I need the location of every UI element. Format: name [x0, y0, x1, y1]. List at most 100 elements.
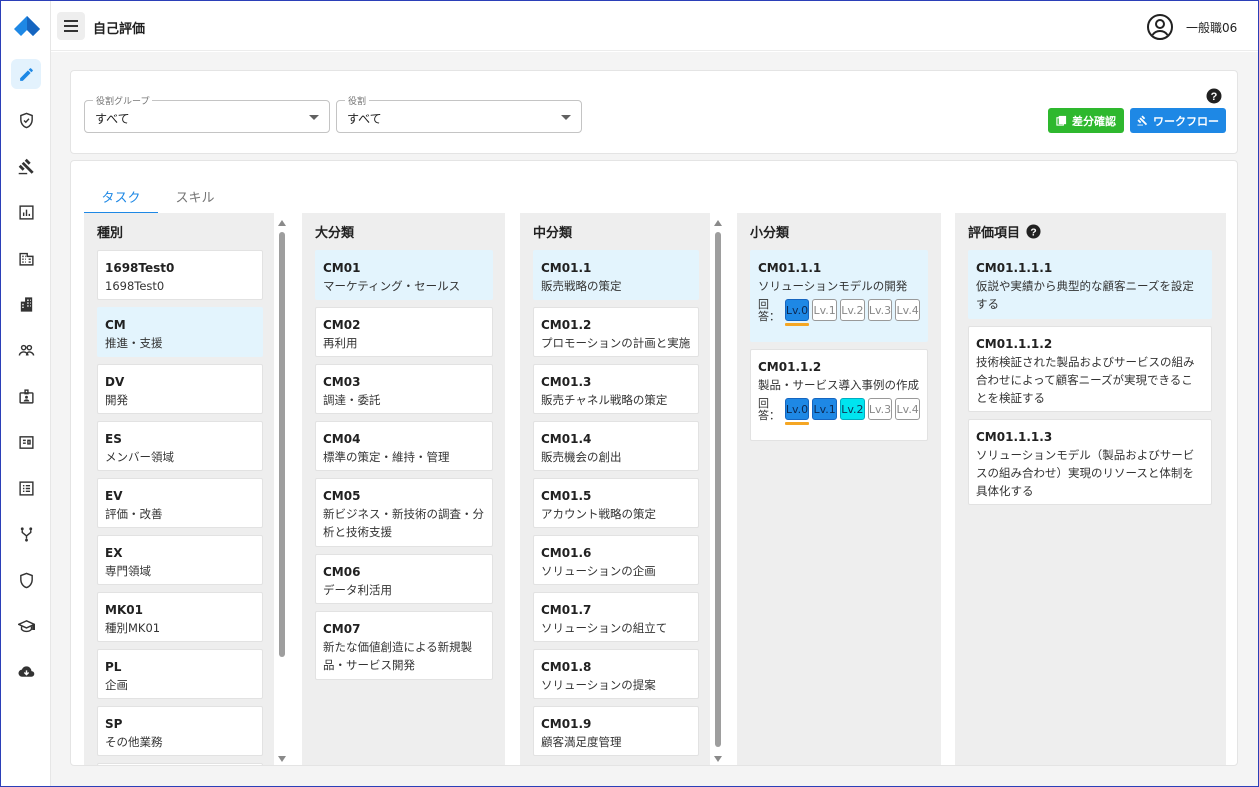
scroll-up-arrow-icon[interactable]	[714, 220, 722, 226]
level-4-button[interactable]: Lv.4	[895, 398, 921, 420]
list-item-selected[interactable]: CM01 マーケティング・セールス	[315, 250, 493, 300]
menu-button[interactable]	[57, 12, 85, 40]
item-code: MK01	[105, 603, 143, 617]
role-select[interactable]: 役割 すべて	[336, 94, 582, 133]
major-column-title: 大分類	[315, 226, 355, 241]
middle-column-scrollbar[interactable]	[714, 220, 722, 762]
level-3-button[interactable]: Lv.3	[867, 398, 893, 420]
list-item[interactable]: CM02 再利用	[315, 307, 493, 357]
list-item[interactable]: 1698Test0 1698Test0	[97, 250, 263, 300]
level-3-button[interactable]: Lv.3	[867, 299, 893, 321]
list-item[interactable]: CM01.1.1.2 技術検証された製品およびサービスの組み合わせによって顧客ニー…	[968, 326, 1212, 412]
item-name: 販売チャネル戦略の策定	[541, 393, 668, 407]
list-item[interactable]: DV 開発	[97, 364, 263, 414]
level-1-button[interactable]: Lv.1	[812, 398, 837, 420]
list-item[interactable]: CM01.1.1.3 ソリューションモデル（製品およびサービスの組み合わせ）実現の…	[968, 419, 1212, 505]
item-name: ソリューションの企画	[541, 564, 656, 578]
list-item-selected[interactable]: CM01.1 販売戦略の策定	[533, 250, 699, 300]
item-code: CM04	[323, 432, 361, 446]
sidebar-item-analytics[interactable]	[11, 197, 41, 227]
list-item[interactable]: CM01.1.2 製品・サービス導入事例の作成 回答： Lv.0 Lv.1 Lv…	[750, 349, 928, 441]
minor-column-title: 小分類	[750, 226, 790, 241]
level-1-button[interactable]: Lv.1	[812, 299, 837, 321]
sidebar-item-self-evaluation[interactable]	[11, 59, 41, 89]
list-item[interactable]: CM01.8 ソリューションの提案	[533, 649, 699, 699]
level-4-button[interactable]: Lv.4	[895, 299, 921, 321]
list-item[interactable]: CM01.6 ソリューションの企画	[533, 535, 699, 585]
sidebar-item-security[interactable]	[11, 565, 41, 595]
level-2-button[interactable]: Lv.2	[840, 398, 865, 420]
list-item[interactable]: CM01.3 販売チャネル戦略の策定	[533, 364, 699, 414]
level-2-button[interactable]: Lv.2	[840, 299, 865, 321]
sidebar-item-list[interactable]	[11, 473, 41, 503]
list-item[interactable]: CM01.9 顧客満足度管理	[533, 706, 699, 756]
list-item[interactable]: PL 企画	[97, 649, 263, 699]
list-item-selected[interactable]: CM01.1.1 ソリューションモデルの開発 回答： Lv.0 Lv.1 Lv.…	[750, 250, 928, 342]
list-item[interactable]: CM07 新たな価値創造による新規製品・サービス開発	[315, 611, 493, 680]
answer-label: 回答：	[758, 298, 780, 323]
pencil-icon	[19, 67, 33, 81]
list-item[interactable]: MK01 種別MK01	[97, 592, 263, 642]
diff-check-button[interactable]: 差分確認	[1048, 108, 1124, 133]
list-item-selected[interactable]: CM 推進・支援	[97, 307, 263, 357]
building-icon	[20, 296, 32, 312]
help-icon[interactable]: ?	[1026, 224, 1041, 239]
sidebar-item-judgement[interactable]	[11, 151, 41, 181]
list-item[interactable]: CM06 データ利活用	[315, 554, 493, 604]
company-icon	[18, 252, 34, 266]
sidebar-item-approval[interactable]	[11, 105, 41, 135]
item-code: CM01.1.1.3	[976, 430, 1053, 444]
list-item[interactable]: CM01.4 販売機会の創出	[533, 421, 699, 471]
item-name: マーケティング・セールス	[323, 279, 461, 293]
badge-icon	[18, 388, 34, 404]
app-logo-icon[interactable]	[13, 15, 41, 37]
sidebar-item-download[interactable]	[11, 657, 41, 687]
scroll-thumb[interactable]	[715, 232, 721, 747]
item-code: CM01.1.1	[758, 261, 822, 275]
list-item[interactable]: EV 評価・改善	[97, 478, 263, 528]
sidebar-item-badge[interactable]	[11, 381, 41, 411]
list-item-partial[interactable]	[97, 763, 263, 765]
workflow-button[interactable]: ワークフロー	[1130, 108, 1226, 133]
dropdown-arrow-icon	[309, 115, 319, 120]
type-column-scrollbar[interactable]	[278, 220, 286, 762]
account-icon[interactable]	[1146, 13, 1174, 41]
list-item[interactable]: ES メンバー領域	[97, 421, 263, 471]
help-icon[interactable]: ?	[1206, 88, 1222, 104]
tab-task[interactable]: タスク	[84, 182, 158, 214]
list-item[interactable]: CM05 新ビジネス・新技術の調査・分析と技術支援	[315, 478, 493, 547]
item-name: ソリューションモデルの開発	[758, 279, 908, 293]
classification-board: タスク スキル 種別 1698Test0 1698Test0 CM 推進・支援 DV…	[70, 160, 1238, 766]
scroll-down-arrow-icon[interactable]	[714, 756, 722, 762]
item-code: CM01.4	[541, 432, 592, 446]
sidebar-item-profile[interactable]	[11, 427, 41, 457]
list-item[interactable]: CM01.2 プロモーションの計画と実施	[533, 307, 699, 357]
sidebar-item-organization[interactable]	[11, 289, 41, 319]
list-item[interactable]: CM01.5 アカウント戦略の策定	[533, 478, 699, 528]
scroll-up-arrow-icon[interactable]	[278, 220, 286, 226]
sidebar-item-education[interactable]	[11, 611, 41, 641]
scroll-thumb[interactable]	[279, 232, 285, 657]
item-code: EV	[105, 489, 123, 503]
sidebar-item-members[interactable]	[11, 335, 41, 365]
list-item[interactable]: SP その他業務	[97, 706, 263, 756]
tab-skill[interactable]: スキル	[158, 182, 232, 214]
level-0-button[interactable]: Lv.0	[784, 398, 810, 425]
item-code: CM01.8	[541, 660, 592, 674]
role-group-select[interactable]: 役割グループ すべて	[84, 94, 330, 133]
scroll-down-arrow-icon[interactable]	[278, 756, 286, 762]
level-0-button[interactable]: Lv.0	[784, 299, 810, 326]
list-item[interactable]: CM04 標準の策定・維持・管理	[315, 421, 493, 471]
list-item[interactable]: EX 専門領域	[97, 535, 263, 585]
user-name[interactable]: 一般職06	[1186, 19, 1237, 36]
list-item[interactable]: CM01.7 ソリューションの組立て	[533, 592, 699, 642]
item-code: CM02	[323, 318, 361, 332]
sidebar-item-workflow[interactable]	[11, 519, 41, 549]
list-item[interactable]: CM03 調達・委託	[315, 364, 493, 414]
item-name: 新ビジネス・新技術の調査・分析と技術支援	[323, 507, 484, 539]
sidebar-item-company[interactable]	[11, 243, 41, 273]
item-name: ソリューションの組立て	[541, 621, 668, 635]
item-name: 新たな価値創造による新規製品・サービス開発	[323, 640, 473, 672]
answer-level-selector: 回答： Lv.0 Lv.1 Lv.2 Lv.3 Lv.4	[758, 398, 921, 425]
list-item-selected[interactable]: CM01.1.1.1 仮説や実績から典型的な顧客ニーズを設定する	[968, 250, 1212, 319]
